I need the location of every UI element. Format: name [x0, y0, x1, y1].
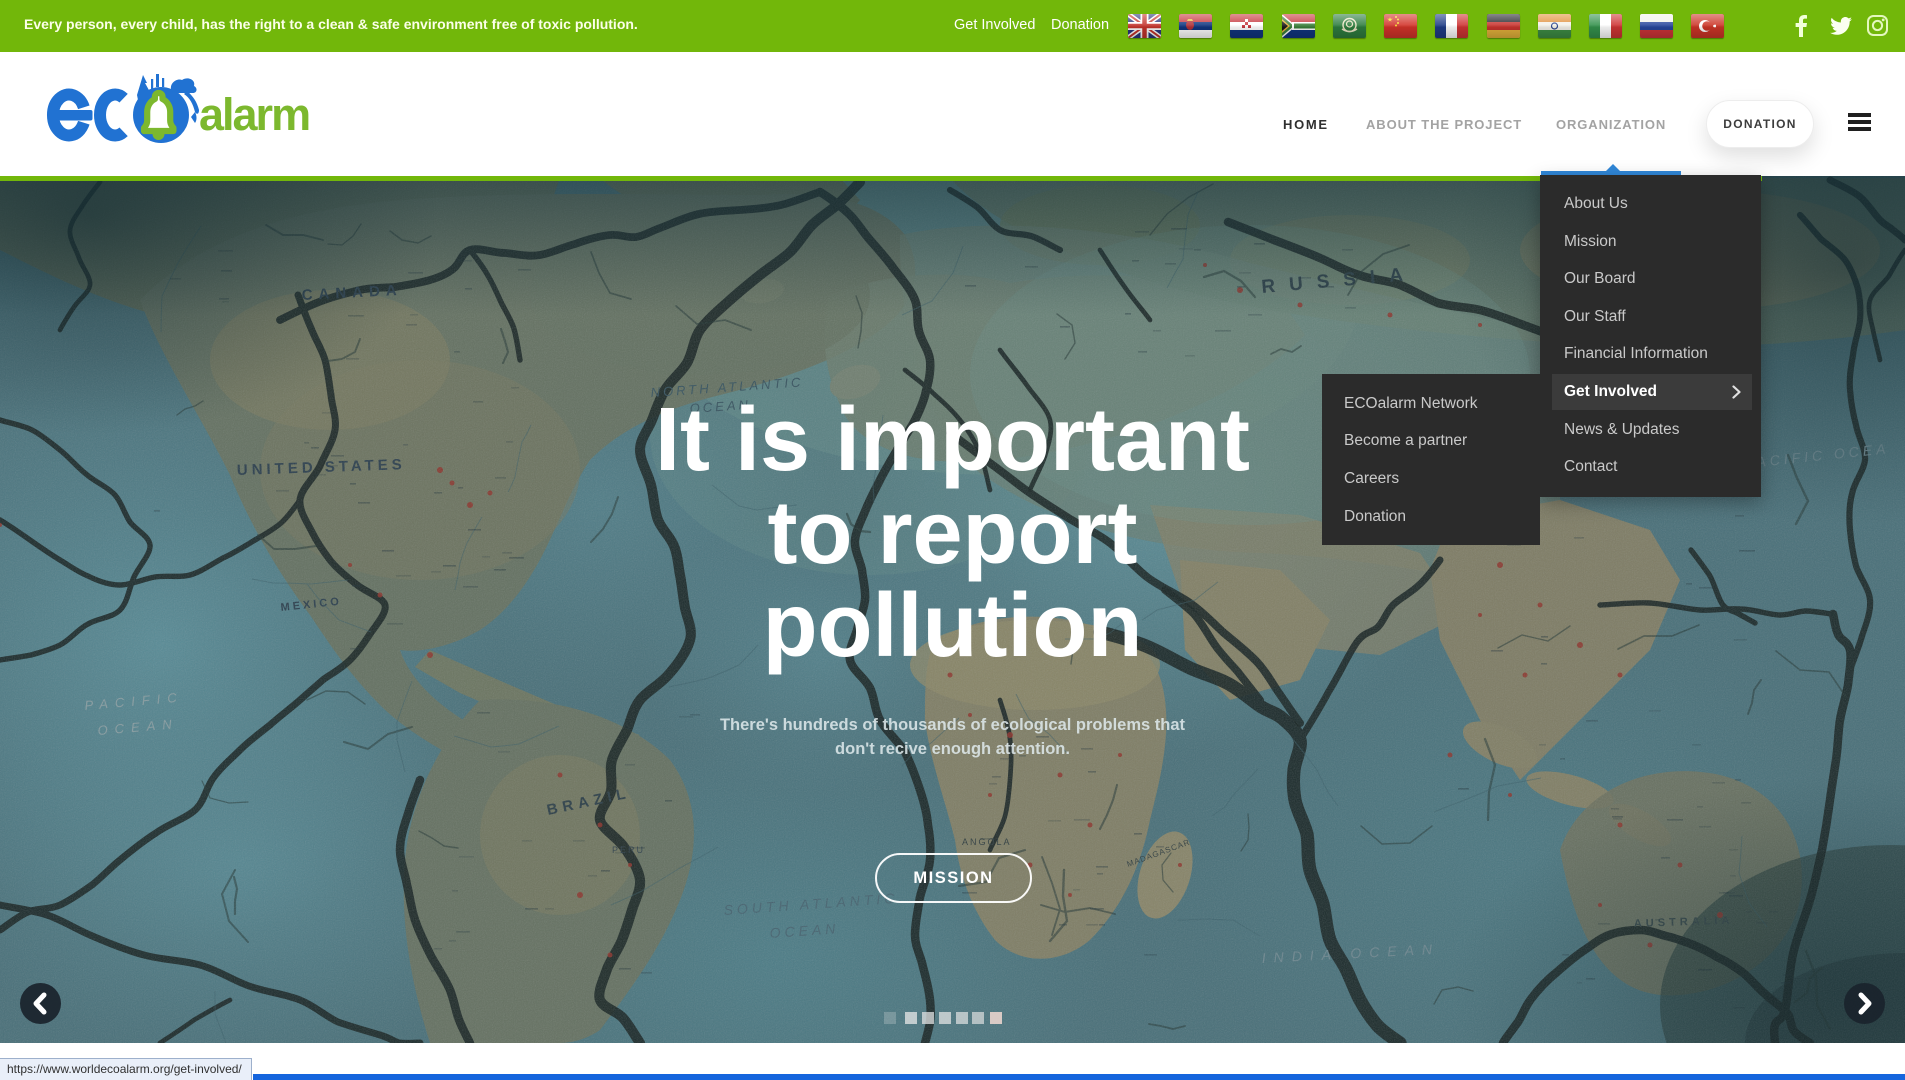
svg-text:alarm: alarm [199, 89, 309, 140]
